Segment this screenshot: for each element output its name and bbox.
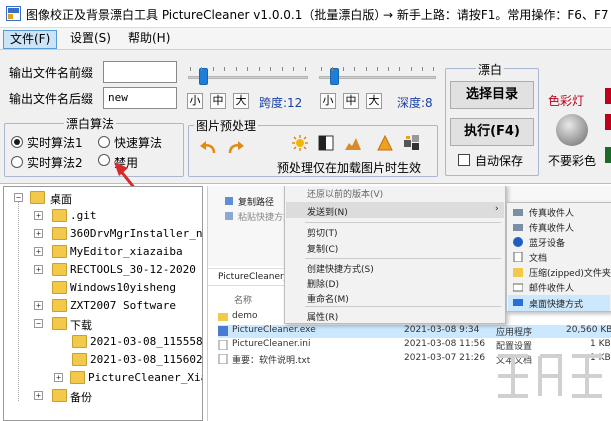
folder-icon — [52, 281, 67, 294]
ctx-properties[interactable]: 属性(R) — [307, 310, 338, 323]
preprocess-note: 预处理仅在加载图片时生效 — [277, 161, 422, 175]
txt-icon — [218, 354, 228, 364]
folder-icon — [72, 353, 87, 366]
algorithm-group-title: 漂白算法 — [64, 115, 117, 132]
no-color-label: 不要彩色 — [548, 154, 597, 168]
copy-path-text: 复制路径 — [238, 198, 275, 208]
span-slider-ticks — [190, 67, 306, 71]
suffix-label: 输出文件名后缀 — [9, 92, 94, 106]
depth-large-button[interactable]: 大 — [366, 93, 382, 109]
menu-settings[interactable]: 设置(S) — [64, 30, 117, 49]
zip-folder-icon — [513, 268, 523, 277]
algo-fast-label: 快速算法 — [114, 136, 163, 150]
ctx-create-shortcut[interactable]: 创建快捷方式(S) — [307, 262, 374, 275]
execute-button[interactable]: 执行(F4) — [450, 118, 534, 146]
sharpen-icon[interactable] — [377, 135, 393, 151]
image-preview: 复制路径 粘贴快捷方式 PictureCleaner_Xi 名称 demo Pi… — [207, 186, 611, 421]
prefix-label: 输出文件名前缀 — [9, 66, 94, 80]
span-value: 跨度:12 — [259, 96, 303, 110]
menu-bar: 文件(F) 设置(S) 帮助(H) — [0, 28, 611, 50]
algo-fast-radio[interactable] — [98, 136, 110, 148]
ctx-send-to[interactable]: 发送到(N) — [307, 205, 348, 218]
menu-help[interactable]: 帮助(H) — [122, 30, 176, 49]
paste-shortcut-icon — [225, 212, 233, 220]
contrast-icon[interactable] — [318, 135, 334, 151]
color-swatch-red-2 — [605, 114, 611, 130]
prefix-input[interactable] — [103, 61, 177, 83]
span-medium-button[interactable]: 中 — [210, 93, 226, 109]
color-swatch-green — [605, 147, 611, 163]
desktop-icon — [513, 299, 523, 306]
algo-realtime2-label: 实时算法2 — [27, 156, 83, 170]
depth-value: 深度:8 — [397, 96, 433, 110]
depth-slider-ticks — [321, 67, 434, 71]
site-watermark-logo — [498, 354, 602, 398]
bluetooth-icon — [513, 237, 523, 247]
sendto-documents[interactable]: 文档 — [529, 251, 547, 264]
sendto-desktop-shortcut[interactable]: 桌面快捷方式 — [529, 297, 583, 310]
algo-realtime1-label: 实时算法1 — [27, 136, 83, 150]
title-bar: 图像校正及背景漂白工具 PictureCleaner v1.0.0.1（批量漂白… — [0, 0, 611, 28]
folder-icon — [30, 191, 45, 204]
algo-realtime2-radio[interactable] — [11, 156, 23, 168]
depth-small-button[interactable]: 小 — [320, 93, 336, 109]
folder-icon — [52, 227, 67, 240]
ctx-copy[interactable]: 复制(C) — [307, 242, 338, 255]
fax-icon — [513, 209, 523, 216]
ini-icon — [218, 340, 228, 350]
sendto-bluetooth[interactable]: 蓝牙设备 — [529, 236, 565, 249]
autosave-checkbox[interactable] — [458, 154, 470, 166]
fax-icon — [513, 224, 523, 231]
span-large-button[interactable]: 大 — [233, 93, 249, 109]
folder-icon — [52, 245, 67, 258]
folder-icon — [52, 263, 67, 276]
app-icon — [6, 6, 21, 21]
brightness-icon[interactable] — [292, 135, 308, 151]
folder-icon — [72, 335, 87, 348]
color-lamp-icon[interactable] — [554, 112, 590, 148]
folder-tree[interactable]: − 桌面 + .git + 360DrvMgrInstaller_net + M… — [3, 186, 203, 421]
color-swatch-red — [605, 88, 611, 104]
ctx-cut[interactable]: 剪切(T) — [307, 226, 338, 239]
span-small-button[interactable]: 小 — [187, 93, 203, 109]
context-menu: 还原以前的版本(V) 发送到(N) › 剪切(T) 复制(C) 创建快捷方式(S… — [284, 186, 506, 324]
rotate-right-icon[interactable] — [226, 140, 246, 156]
rotate-left-icon[interactable] — [198, 140, 218, 156]
algo-realtime1-radio[interactable] — [11, 136, 23, 148]
folder-icon — [70, 371, 85, 384]
sendto-fax-2[interactable]: 传真收件人 — [529, 221, 574, 234]
name-column-header: 名称 — [234, 296, 253, 306]
ctx-restore[interactable]: 还原以前的版本(V) — [307, 187, 383, 200]
sendto-zip[interactable]: 压缩(zipped)文件夹 — [529, 266, 611, 279]
documents-icon — [513, 252, 523, 262]
toolbar-panel: 输出文件名前缀 输出文件名后缀 new 小 中 大 跨度:12 小 中 大 深度… — [0, 50, 611, 184]
sendto-mail[interactable]: 邮件收件人 — [529, 281, 574, 294]
colorful-label: 色彩灯 — [548, 94, 585, 108]
ctx-delete[interactable]: 删除(D) — [307, 277, 339, 290]
folder-icon — [52, 317, 67, 330]
suffix-input[interactable]: new — [103, 87, 177, 109]
depth-medium-button[interactable]: 中 — [343, 93, 359, 109]
ctx-rename[interactable]: 重命名(M) — [307, 292, 349, 305]
copy-path-icon — [225, 197, 233, 205]
submenu-arrow-icon: › — [495, 204, 499, 214]
folder-icon — [52, 389, 67, 402]
sendto-fax-1[interactable]: 传真收件人 — [529, 206, 574, 219]
mail-icon — [513, 283, 523, 292]
shortcut-hint: → 新手上路：请按F1。常用操作：F6、F7 — [383, 8, 609, 22]
folder-icon — [218, 313, 228, 321]
grayscale-icon[interactable] — [403, 134, 421, 152]
send-to-submenu: 传真收件人 传真收件人 蓝牙设备 文档 压缩(zipped)文件夹 邮件收件人 … — [506, 202, 611, 312]
select-directory-button[interactable]: 选择目录 — [450, 81, 534, 109]
window-title: 图像校正及背景漂白工具 PictureCleaner v1.0.0.1（批量漂白… — [26, 8, 387, 22]
exe-icon — [218, 326, 228, 336]
levels-icon[interactable] — [344, 135, 362, 151]
folder-icon — [52, 209, 67, 222]
folder-icon — [52, 299, 67, 312]
preprocess-group-title: 图片预处理 — [194, 117, 259, 134]
menu-file[interactable]: 文件(F) — [3, 30, 58, 49]
autosave-label: 自动保存 — [475, 154, 524, 168]
bleach-group-title: 漂白 — [476, 61, 505, 78]
